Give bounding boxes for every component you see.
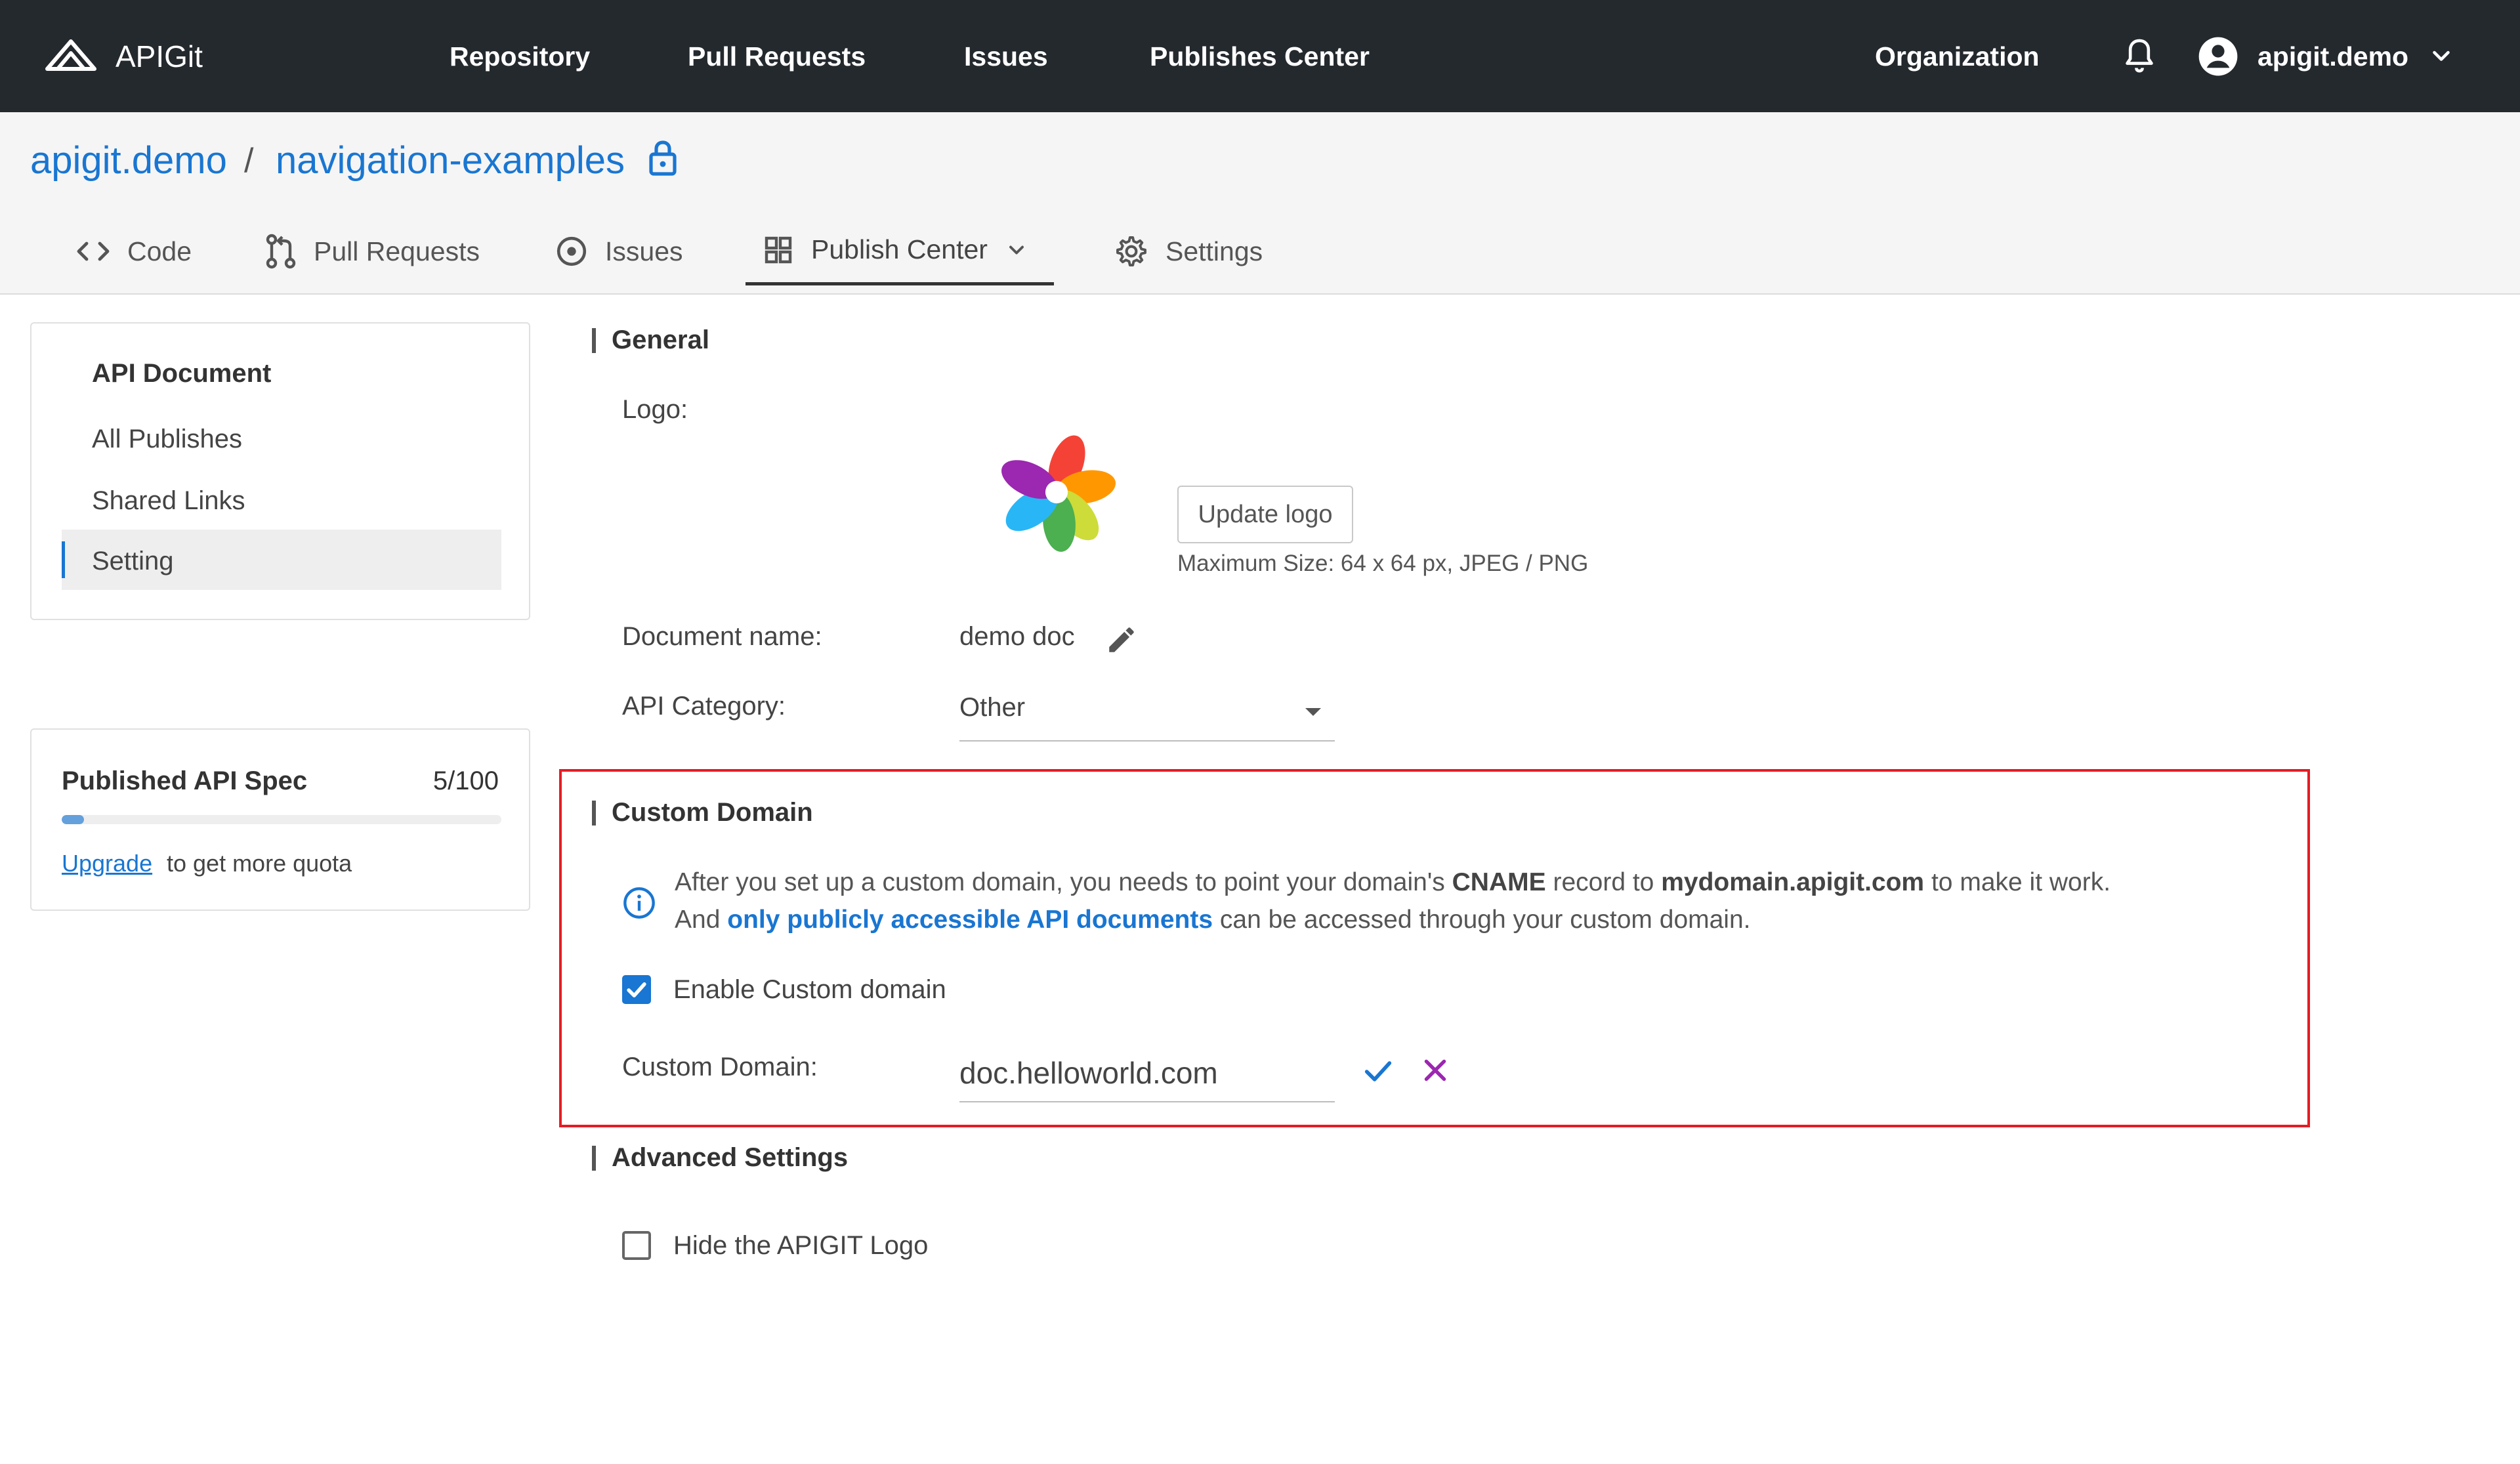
update-logo-button[interactable]: Update logo xyxy=(1177,486,1353,543)
breadcrumb-repo[interactable]: navigation-examples xyxy=(276,137,625,184)
repo-header: apigit.demo / navigation-examples Code P… xyxy=(0,112,2520,295)
quota-progress-fill xyxy=(62,815,84,824)
custom-domain-input[interactable] xyxy=(959,1045,1335,1102)
info-icon xyxy=(622,886,656,920)
logo-size-hint: Maximum Size: 64 x 64 px, JPEG / PNG xyxy=(1177,551,1589,576)
upgrade-link[interactable]: Upgrade xyxy=(62,848,152,879)
custom-domain-info: After you set up a custom domain, you ne… xyxy=(675,864,2276,938)
tab-code-label: Code xyxy=(127,236,192,266)
tab-publish-center-label: Publish Center xyxy=(811,234,988,264)
nav-pull-requests[interactable]: Pull Requests xyxy=(688,38,866,75)
sidebar-item-all-publishes[interactable]: All Publishes xyxy=(92,422,242,456)
issue-icon xyxy=(555,235,588,268)
custom-domain-field-label: Custom Domain: xyxy=(622,1053,818,1081)
pencil-icon[interactable] xyxy=(1105,623,1138,656)
document-logo-image xyxy=(982,417,1131,567)
check-icon[interactable] xyxy=(1361,1054,1395,1088)
info-text-4: And xyxy=(675,906,721,934)
apigit-logo-icon[interactable] xyxy=(43,36,98,75)
tab-pull-requests[interactable]: Pull Requests xyxy=(265,217,480,285)
code-icon xyxy=(76,238,110,264)
sidebar-title: API Document xyxy=(92,359,272,388)
account-circle-icon[interactable] xyxy=(2197,35,2239,77)
nav-publishes-center[interactable]: Publishes Center xyxy=(1150,38,1370,75)
gear-icon xyxy=(1114,234,1148,268)
brand-name[interactable]: APIGit xyxy=(116,38,203,75)
pull-request-icon xyxy=(265,233,297,270)
api-category-value: Other xyxy=(959,693,1026,722)
tab-settings-label: Settings xyxy=(1166,236,1263,266)
tab-pull-requests-label: Pull Requests xyxy=(314,236,480,266)
api-category-label: API Category: xyxy=(622,692,786,721)
info-host: mydomain.apigit.com xyxy=(1661,868,1925,896)
api-category-select[interactable]: Other xyxy=(959,688,1335,742)
top-navigation-bar: APIGit Repository Pull Requests Issues P… xyxy=(0,0,2520,112)
bell-icon[interactable] xyxy=(2121,36,2158,75)
logo-label: Logo: xyxy=(622,395,688,424)
sidebar-menu: API Document All Publishes Shared Links … xyxy=(30,322,530,620)
caret-down-icon xyxy=(1303,706,1323,718)
section-general-title: General xyxy=(592,323,709,357)
tab-issues[interactable]: Issues xyxy=(555,217,683,285)
grid-icon xyxy=(763,234,794,266)
hide-logo-label[interactable]: Hide the APIGIT Logo xyxy=(673,1228,928,1263)
info-text-3: to make it work. xyxy=(1931,868,2111,896)
sidebar-item-shared-links[interactable]: Shared Links xyxy=(92,484,245,518)
quota-count: 5/100 xyxy=(432,766,499,795)
document-name-label: Document name: xyxy=(622,622,822,651)
nav-repository[interactable]: Repository xyxy=(450,38,590,75)
tab-issues-label: Issues xyxy=(605,236,683,266)
tab-code[interactable]: Code xyxy=(76,217,192,285)
info-text-2: record to xyxy=(1553,868,1654,896)
info-text-5: can be accessed through your custom doma… xyxy=(1219,906,1751,934)
tab-settings[interactable]: Settings xyxy=(1114,217,1263,285)
nav-issues[interactable]: Issues xyxy=(964,38,1048,75)
user-name[interactable]: apigit.demo xyxy=(2258,38,2408,75)
public-docs-link[interactable]: only publicly accessible API documents xyxy=(727,906,1213,934)
quota-note: to get more quota xyxy=(167,850,352,877)
enable-custom-domain-checkbox[interactable] xyxy=(622,975,651,1004)
hide-logo-checkbox[interactable] xyxy=(622,1231,651,1260)
quota-title: Published API Spec xyxy=(62,766,308,795)
info-text-1: After you set up a custom domain, you ne… xyxy=(675,868,1445,896)
quota-card: Published API Spec 5/100 Upgrade to get … xyxy=(30,728,530,911)
quota-progress-bar xyxy=(62,815,501,824)
sidebar-item-setting-label[interactable]: Setting xyxy=(92,544,174,578)
breadcrumb-separator: / xyxy=(244,142,254,180)
nav-organization[interactable]: Organization xyxy=(1875,38,2040,75)
lock-icon xyxy=(647,138,679,178)
sidebar-active-indicator xyxy=(62,541,65,578)
breadcrumb-owner[interactable]: apigit.demo xyxy=(30,137,227,184)
chevron-down-icon[interactable] xyxy=(2428,45,2454,68)
tab-publish-center[interactable]: Publish Center xyxy=(746,217,1054,285)
section-advanced-title: Advanced Settings xyxy=(592,1140,848,1175)
chevron-down-icon[interactable] xyxy=(1005,238,1028,262)
close-icon[interactable] xyxy=(1419,1054,1452,1087)
info-cname: CNAME xyxy=(1452,868,1546,896)
section-custom-domain-title: Custom Domain xyxy=(592,795,813,829)
enable-custom-domain-label[interactable]: Enable Custom domain xyxy=(673,973,946,1007)
document-name-value: demo doc xyxy=(959,622,1075,651)
